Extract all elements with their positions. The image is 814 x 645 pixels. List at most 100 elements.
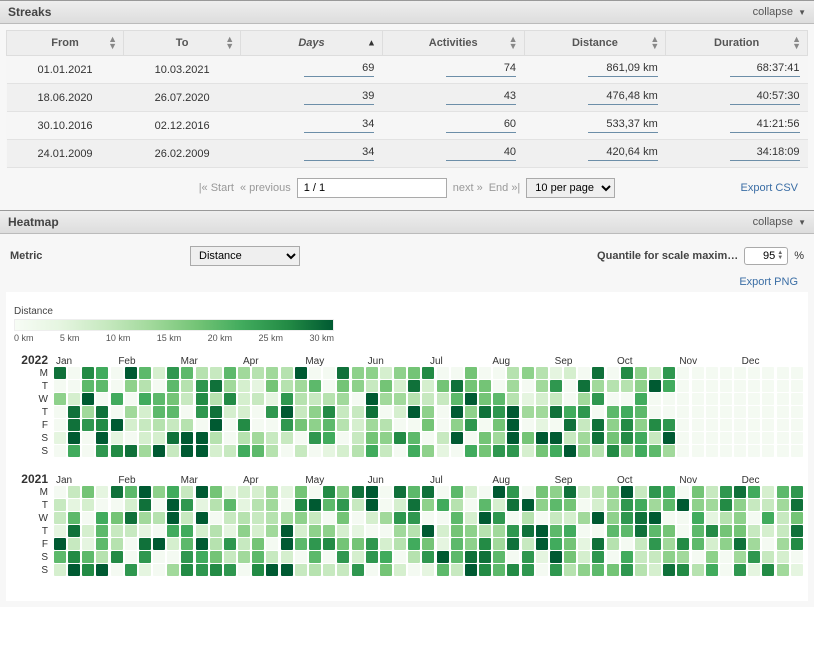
heatmap-cell[interactable] (564, 432, 576, 444)
heatmap-cell[interactable] (167, 367, 179, 379)
heatmap-cell[interactable] (607, 538, 619, 550)
heatmap-cell[interactable] (493, 486, 505, 498)
heatmap-cell[interactable] (635, 432, 647, 444)
heatmap-cell[interactable] (451, 499, 463, 511)
heatmap-cell[interactable] (465, 551, 477, 563)
heatmap-cell[interactable] (706, 380, 718, 392)
heatmap-cell[interactable] (578, 445, 590, 457)
heatmap-cell[interactable] (493, 419, 505, 431)
heatmap-cell[interactable] (706, 512, 718, 524)
heatmap-cell[interactable] (762, 564, 774, 576)
heatmap-cell[interactable] (748, 367, 760, 379)
heatmap-cell[interactable] (522, 419, 534, 431)
heatmap-cell[interactable] (153, 551, 165, 563)
heatmap-cell[interactable] (621, 512, 633, 524)
heatmap-cell[interactable] (366, 551, 378, 563)
heatmap-cell[interactable] (153, 445, 165, 457)
streaks-collapse-button[interactable]: collapse ▼ (753, 6, 806, 18)
heatmap-cell[interactable] (592, 393, 604, 405)
heatmap-cell[interactable] (82, 564, 94, 576)
heatmap-cell[interactable] (252, 499, 264, 511)
heatmap-cell[interactable] (196, 564, 208, 576)
heatmap-cell[interactable] (422, 512, 434, 524)
heatmap-cell[interactable] (536, 380, 548, 392)
heatmap-cell[interactable] (522, 367, 534, 379)
heatmap-cell[interactable] (762, 445, 774, 457)
heatmap-cell[interactable] (167, 512, 179, 524)
heatmap-cell[interactable] (366, 380, 378, 392)
heatmap-cell[interactable] (337, 512, 349, 524)
heatmap-cell[interactable] (748, 380, 760, 392)
heatmap-cell[interactable] (266, 564, 278, 576)
heatmap-cell[interactable] (68, 432, 80, 444)
heatmap-cell[interactable] (394, 486, 406, 498)
heatmap-cell[interactable] (366, 445, 378, 457)
heatmap-cell[interactable] (777, 551, 789, 563)
heatmap-cell[interactable] (437, 564, 449, 576)
heatmap-cell[interactable] (692, 564, 704, 576)
heatmap-cell[interactable] (125, 512, 137, 524)
heatmap-cell[interactable] (451, 406, 463, 418)
heatmap-cell[interactable] (451, 525, 463, 537)
heatmap-cell[interactable] (479, 367, 491, 379)
heatmap-cell[interactable] (706, 499, 718, 511)
heatmap-cell[interactable] (323, 499, 335, 511)
heatmap-cell[interactable] (706, 538, 718, 550)
column-distance[interactable]: Distance ▲▼ (524, 31, 666, 56)
heatmap-cell[interactable] (748, 419, 760, 431)
heatmap-cell[interactable] (734, 367, 746, 379)
heatmap-cell[interactable] (181, 564, 193, 576)
heatmap-cell[interactable] (224, 512, 236, 524)
heatmap-cell[interactable] (394, 419, 406, 431)
heatmap-cell[interactable] (791, 512, 803, 524)
heatmap-cell[interactable] (635, 380, 647, 392)
heatmap-cell[interactable] (507, 538, 519, 550)
heatmap-cell[interactable] (507, 367, 519, 379)
heatmap-cell[interactable] (734, 432, 746, 444)
heatmap-cell[interactable] (309, 538, 321, 550)
heatmap-cell[interactable] (663, 486, 675, 498)
heatmap-cell[interactable] (748, 512, 760, 524)
heatmap-cell[interactable] (196, 486, 208, 498)
heatmap-cell[interactable] (592, 564, 604, 576)
heatmap-cell[interactable] (139, 551, 151, 563)
heatmap-cell[interactable] (125, 486, 137, 498)
heatmap-cell[interactable] (791, 432, 803, 444)
heatmap-cell[interactable] (663, 419, 675, 431)
heatmap-cell[interactable] (578, 486, 590, 498)
heatmap-cell[interactable] (111, 380, 123, 392)
heatmap-cell[interactable] (68, 406, 80, 418)
heatmap-cell[interactable] (536, 445, 548, 457)
heatmap-cell[interactable] (692, 551, 704, 563)
heatmap-cell[interactable] (437, 525, 449, 537)
heatmap-cell[interactable] (734, 564, 746, 576)
heatmap-cell[interactable] (493, 445, 505, 457)
heatmap-cell[interactable] (380, 525, 392, 537)
heatmap-cell[interactable] (210, 499, 222, 511)
heatmap-cell[interactable] (592, 538, 604, 550)
heatmap-cell[interactable] (422, 564, 434, 576)
heatmap-cell[interactable] (592, 406, 604, 418)
heatmap-cell[interactable] (167, 525, 179, 537)
heatmap-cell[interactable] (734, 499, 746, 511)
heatmap-cell[interactable] (125, 406, 137, 418)
heatmap-cell[interactable] (564, 499, 576, 511)
heatmap-cell[interactable] (111, 538, 123, 550)
heatmap-cell[interactable] (621, 551, 633, 563)
pager-prev[interactable]: « previous (240, 182, 291, 194)
heatmap-cell[interactable] (238, 419, 250, 431)
pager-end[interactable]: End »| (489, 182, 521, 194)
heatmap-cell[interactable] (224, 419, 236, 431)
heatmap-cell[interactable] (663, 512, 675, 524)
heatmap-cell[interactable] (394, 445, 406, 457)
heatmap-cell[interactable] (181, 367, 193, 379)
heatmap-cell[interactable] (677, 486, 689, 498)
heatmap-cell[interactable] (125, 419, 137, 431)
heatmap-cell[interactable] (181, 419, 193, 431)
heatmap-cell[interactable] (111, 393, 123, 405)
heatmap-cell[interactable] (252, 486, 264, 498)
heatmap-cell[interactable] (451, 445, 463, 457)
heatmap-cell[interactable] (82, 432, 94, 444)
heatmap-cell[interactable] (224, 406, 236, 418)
heatmap-cell[interactable] (238, 525, 250, 537)
